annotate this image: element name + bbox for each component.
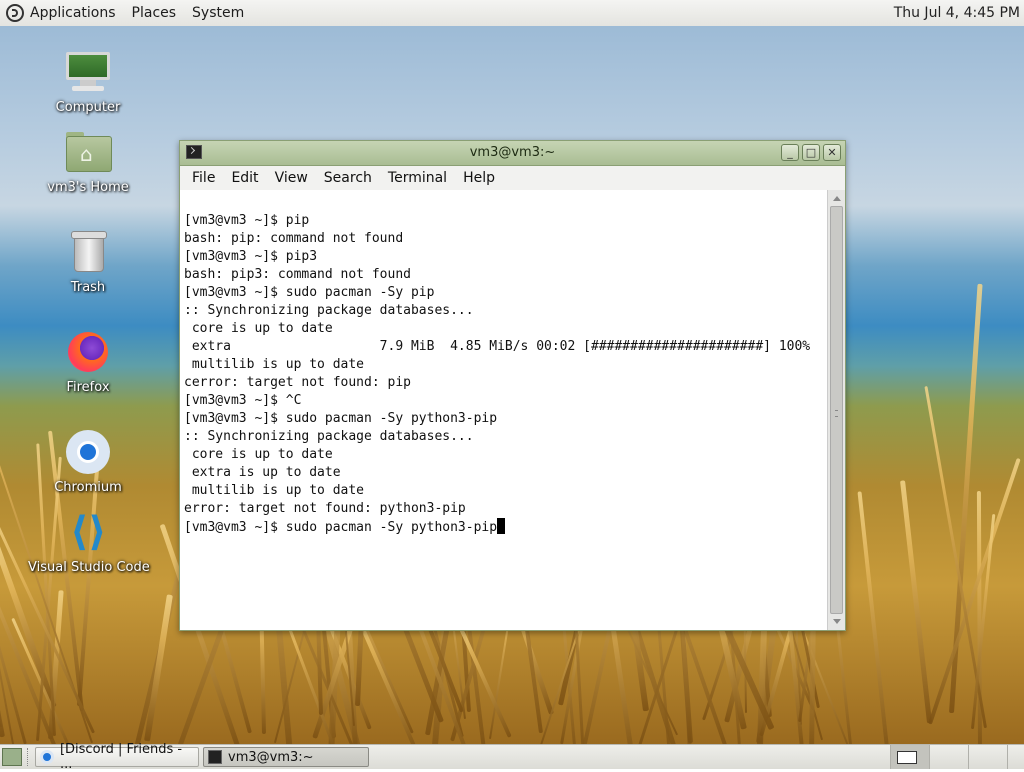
desktop-icon-chromium[interactable]: Chromium (28, 428, 148, 495)
grass-blade (857, 491, 890, 744)
distro-logo-icon (6, 4, 24, 22)
trash-icon (64, 228, 112, 276)
chromium-icon (40, 750, 54, 764)
taskbar-item-terminal[interactable]: vm3@vm3:~ (203, 747, 369, 767)
terminal-line: bash: pip3: command not found (184, 267, 411, 282)
vertical-scrollbar[interactable] (827, 190, 845, 630)
terminal-output[interactable]: [vm3@vm3 ~]$ pip bash: pip: command not f… (180, 190, 828, 630)
places-menu[interactable]: Places (124, 0, 185, 26)
desktop-icon-label: Computer (55, 100, 121, 115)
desktop-icon-vscode[interactable]: ⟨⟩ Visual Studio Code (28, 508, 150, 575)
desktop-icon-label: Trash (70, 280, 106, 295)
terminal-line: [vm3@vm3 ~]$ ^C (184, 393, 302, 408)
terminal-line: extra 7.9 MiB 4.85 MiB/s 00:02 [########… (184, 339, 811, 354)
workspace-window-thumbnail (897, 751, 917, 764)
terminal-line: cerror: target not found: pip (184, 375, 411, 390)
scroll-up-arrow-icon[interactable] (833, 196, 841, 201)
terminal-icon (208, 750, 222, 764)
terminal-line: [vm3@vm3 ~]$ sudo pacman -Sy python3-pip (184, 411, 498, 426)
scrollbar-thumb[interactable] (830, 206, 843, 614)
applications-menu[interactable]: Applications (0, 0, 124, 26)
terminal-prompt-line[interactable]: [vm3@vm3 ~]$ sudo pacman -Sy python3-pip (184, 518, 824, 537)
firefox-icon (64, 328, 112, 376)
terminal-line: :: Synchronizing package databases... (184, 429, 474, 444)
terminal-line: core is up to date (184, 447, 333, 462)
grass-blade (928, 457, 1021, 724)
menu-file[interactable]: File (184, 170, 223, 186)
menu-search[interactable]: Search (316, 170, 380, 186)
bottom-taskbar: [Discord | Friends - ... vm3@vm3:~ (0, 742, 1024, 772)
desktop-icon-label: vm3's Home (47, 180, 129, 195)
applications-menu-label: Applications (30, 5, 116, 21)
workspace-1[interactable] (890, 745, 929, 769)
terminal-line: multilib is up to date (184, 357, 365, 372)
taskbar-separator (27, 748, 30, 766)
desktop-icon-firefox[interactable]: Firefox (28, 328, 148, 395)
desktop-icon-home[interactable]: ⌂ vm3's Home (28, 128, 148, 195)
terminal-input[interactable]: [vm3@vm3 ~]$ sudo pacman -Sy python3-pip (184, 520, 497, 535)
close-button[interactable]: ✕ (823, 144, 841, 161)
system-menu[interactable]: System (184, 0, 252, 26)
text-cursor (497, 518, 506, 534)
menu-terminal[interactable]: Terminal (380, 170, 455, 186)
window-titlebar[interactable]: vm3@vm3:~ _ □ ✕ (180, 141, 845, 166)
desktop-icon-label: Chromium (54, 480, 122, 495)
terminal-line: bash: pip: command not found (184, 231, 404, 246)
menu-help[interactable]: Help (455, 170, 503, 186)
home-folder-icon: ⌂ (64, 128, 112, 176)
minimize-button[interactable]: _ (781, 144, 799, 161)
show-desktop-button[interactable] (2, 748, 22, 766)
chromium-icon (64, 428, 112, 476)
vscode-icon: ⟨⟩ (70, 509, 107, 555)
top-panel: Applications Places System Thu Jul 4, 4:… (0, 0, 1024, 27)
menu-edit[interactable]: Edit (223, 170, 266, 186)
grass-blade (971, 513, 995, 729)
terminal-line: [vm3@vm3 ~]$ pip (184, 213, 310, 228)
terminal-line: :: Synchronizing package databases... (184, 303, 474, 318)
computer-icon (64, 48, 112, 96)
terminal-line: error: target not found: python3-pip (184, 501, 466, 516)
workspace-2[interactable] (929, 745, 968, 769)
taskbar-item-label: vm3@vm3:~ (228, 749, 314, 765)
workspace-4[interactable] (1007, 745, 1024, 769)
grass-blade (144, 594, 173, 742)
menu-view[interactable]: View (267, 170, 316, 186)
terminal-menubar: File Edit View Search Terminal Help (180, 166, 845, 191)
taskbar-item-discord[interactable]: [Discord | Friends - ... (35, 742, 199, 772)
terminal-line: multilib is up to date (184, 483, 365, 498)
clock[interactable]: Thu Jul 4, 4:45 PM (894, 0, 1020, 26)
scroll-down-arrow-icon[interactable] (833, 619, 841, 624)
terminal-line: extra is up to date (184, 465, 341, 480)
terminal-line: [vm3@vm3 ~]$ sudo pacman -Sy pip (184, 285, 435, 300)
desktop-icon-computer[interactable]: Computer (28, 48, 148, 115)
workspace-3[interactable] (968, 745, 1007, 769)
desktop-icon-label: Visual Studio Code (28, 560, 150, 575)
desktop-icon-label: Firefox (66, 380, 110, 395)
terminal-line: [vm3@vm3 ~]$ pip3 (184, 249, 318, 264)
terminal-line: core is up to date (184, 321, 333, 336)
window-title: vm3@vm3:~ (469, 145, 556, 160)
desktop-icon-trash[interactable]: Trash (28, 228, 148, 295)
maximize-button[interactable]: □ (802, 144, 820, 161)
terminal-window[interactable]: vm3@vm3:~ _ □ ✕ File Edit View Search Te… (179, 140, 846, 631)
grass-blade (0, 554, 3, 727)
grass-blade (900, 480, 933, 723)
